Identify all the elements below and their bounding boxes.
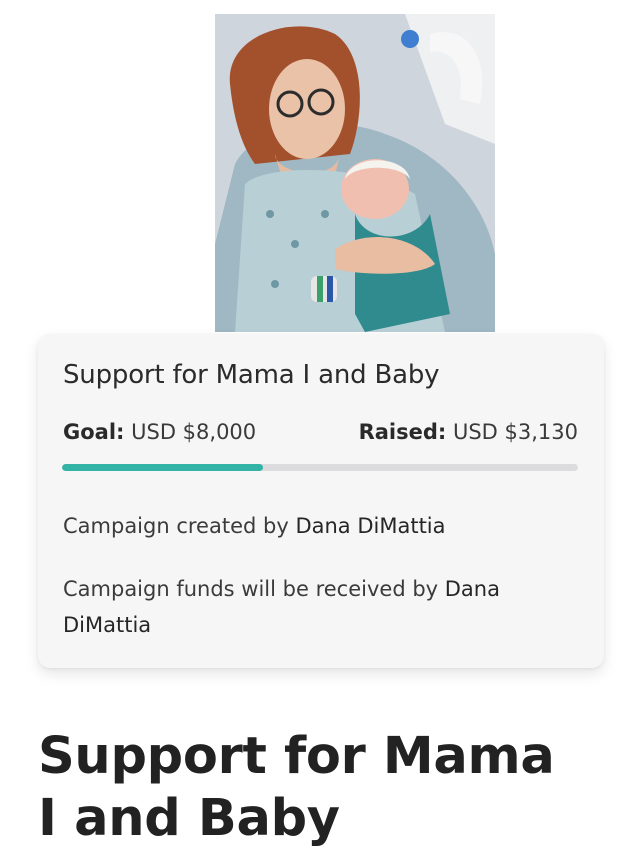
goal-stat: Goal: USD $8,000: [63, 420, 256, 444]
creator-name: Dana DiMattia: [295, 514, 446, 538]
campaign-photo: [215, 14, 495, 332]
campaign-card: Support for Mama I and Baby Goal: USD $8…: [38, 334, 604, 668]
mother-baby-photo: [215, 14, 495, 332]
created-by-prefix: Campaign created by: [63, 514, 289, 538]
raised-label: Raised:: [358, 420, 447, 444]
page-title: Support for Mama I and Baby: [38, 727, 555, 848]
campaign-stats: Goal: USD $8,000 Raised: USD $3,130: [63, 420, 578, 450]
campaign-title: Support for Mama I and Baby: [63, 360, 440, 390]
campaign-creator-line: Campaign created by Dana DiMattia: [63, 508, 564, 544]
raised-value: USD $3,130: [452, 420, 578, 444]
received-by-prefix: Campaign funds will be received by: [63, 577, 439, 601]
goal-label: Goal:: [63, 420, 125, 444]
progress-bar: [62, 464, 578, 471]
campaign-recipient-line: Campaign funds will be received by Dana …: [63, 571, 564, 643]
goal-value: USD $8,000: [131, 420, 257, 444]
progress-fill: [62, 464, 264, 471]
raised-stat: Raised: USD $3,130: [359, 420, 578, 444]
